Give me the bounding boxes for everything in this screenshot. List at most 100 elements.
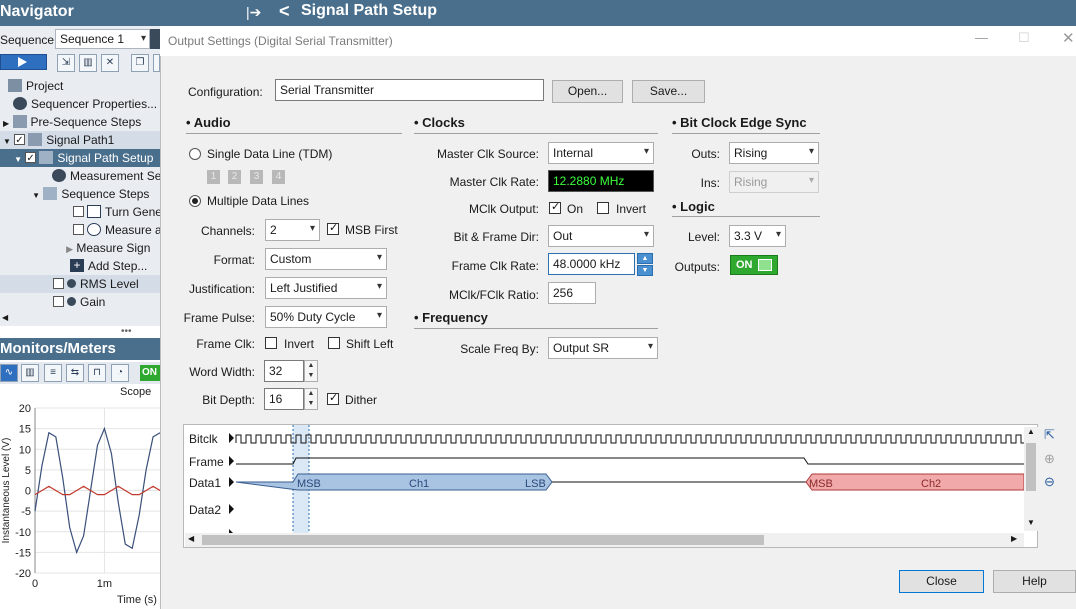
scroll-thumb[interactable] xyxy=(202,535,764,545)
shift-left-checkbox[interactable] xyxy=(328,337,340,349)
mclk-on-checkbox[interactable] xyxy=(549,200,561,214)
single-line-radio[interactable] xyxy=(189,148,201,160)
divider xyxy=(414,133,658,134)
tree-scrollbar[interactable]: ◀ xyxy=(0,313,160,325)
plus-icon: + xyxy=(70,259,84,273)
multiple-lines-radio[interactable] xyxy=(189,195,201,207)
bullet-icon: • xyxy=(672,115,681,130)
tree-item-measure-a[interactable]: Measure a xyxy=(0,221,160,239)
master-clk-rate-label: Master Clk Rate: xyxy=(449,175,539,189)
help-button[interactable]: Help xyxy=(993,570,1076,593)
add-step-button[interactable]: + Add Step... xyxy=(0,257,160,275)
timing-vscrollbar[interactable]: ▲ ▼ xyxy=(1024,427,1038,531)
tree-item-measure-signal[interactable]: ▶ Measure Sign xyxy=(0,239,160,257)
configuration-field[interactable]: Serial Transmitter xyxy=(275,79,544,101)
tree-item-signal-path-setup[interactable]: ▼ Signal Path Setup xyxy=(0,149,160,167)
tree-item-gain[interactable]: Gain xyxy=(0,293,160,311)
word-width-field[interactable]: 32 xyxy=(264,360,304,382)
checkbox[interactable] xyxy=(14,132,26,149)
pin-icon[interactable]: |➔ xyxy=(246,4,261,21)
dither-checkbox[interactable] xyxy=(327,391,339,405)
down-icon[interactable]: ▼ xyxy=(305,399,317,409)
collapse-icon[interactable]: ▼ xyxy=(3,137,11,146)
scroll-up-icon[interactable]: ▲ xyxy=(1027,427,1035,436)
close-button[interactable]: Close xyxy=(899,570,984,593)
scroll-left-icon[interactable]: ◀ xyxy=(2,313,8,322)
scroll-right-icon[interactable]: ▶ xyxy=(1011,534,1017,543)
timing-hscrollbar[interactable]: ◀ ▶ xyxy=(185,533,1024,547)
checkbox[interactable] xyxy=(25,150,37,167)
back-chevron-icon[interactable]: < xyxy=(279,1,290,22)
tree-item-sequence-steps[interactable]: ▼ Sequence Steps xyxy=(0,185,160,203)
save-button[interactable]: Save... xyxy=(632,80,705,103)
x-tick-label: 1m xyxy=(97,578,112,590)
fft-icon[interactable]: ▥ xyxy=(21,364,39,382)
mclk-invert-label: Invert xyxy=(616,202,647,216)
more-icon[interactable] xyxy=(153,54,160,72)
monitor-on-toggle[interactable]: ON xyxy=(140,365,160,381)
checkbox[interactable] xyxy=(53,278,64,290)
scope-icon[interactable]: ∿ xyxy=(0,364,18,382)
tree-item-measurement-settings[interactable]: Measurement Se xyxy=(0,167,160,185)
up-icon[interactable]: ▲ xyxy=(305,389,317,399)
sequence-select[interactable]: Sequence 1 ▾ xyxy=(55,29,150,49)
bit-frame-dir-select[interactable]: Out ▾ xyxy=(548,225,654,247)
down-icon[interactable]: ▼ xyxy=(637,265,653,276)
delete-icon[interactable]: ✕ xyxy=(101,54,119,72)
open-button[interactable]: Open... xyxy=(552,80,623,103)
bit-depth-spinner[interactable]: ▲ ▼ xyxy=(304,388,318,410)
bit-depth-field[interactable]: 16 xyxy=(264,388,304,410)
mclk-invert-checkbox[interactable] xyxy=(597,202,609,214)
checkbox[interactable] xyxy=(53,296,64,308)
scroll-thumb[interactable] xyxy=(1026,443,1036,491)
checkbox[interactable] xyxy=(73,224,84,236)
outputs-label: Outputs: xyxy=(674,260,720,274)
format-select[interactable]: Custom ▾ xyxy=(265,248,387,270)
tree-item-pre-sequence[interactable]: ▶ Pre-Sequence Steps xyxy=(0,113,160,131)
checkbox[interactable] xyxy=(73,206,84,218)
word-width-spinner[interactable]: ▲ ▼ xyxy=(304,360,318,382)
clock-icon[interactable]: ◔ xyxy=(111,364,129,382)
level-select[interactable]: 3.3 V ▾ xyxy=(729,225,786,247)
channels-select[interactable]: 2 ▾ xyxy=(265,219,320,241)
outs-select[interactable]: Rising ▾ xyxy=(729,142,819,164)
clock-icon xyxy=(87,223,101,237)
list-icon[interactable]: ≡ xyxy=(44,364,62,382)
collapse-icon[interactable]: ▼ xyxy=(0,151,22,167)
close-icon[interactable]: ✕ xyxy=(1062,29,1075,47)
frame-pulse-select[interactable]: 50% Duty Cycle ▾ xyxy=(265,306,387,328)
msb-first-checkbox[interactable] xyxy=(327,221,339,235)
copy-icon[interactable]: ❐ xyxy=(131,54,149,72)
chevron-down-icon: ▾ xyxy=(376,281,382,292)
scroll-left-icon[interactable]: ◀ xyxy=(188,534,194,543)
pulse-icon[interactable]: ⊓ xyxy=(88,364,106,382)
add-step-icon[interactable]: ⇲ xyxy=(57,54,75,72)
up-icon[interactable]: ▲ xyxy=(637,253,653,264)
scroll-down-icon[interactable]: ▼ xyxy=(1027,518,1035,527)
frame-clk-rate-spinner[interactable]: ▲ ▼ xyxy=(637,253,653,276)
frequency-section-title: • Frequency xyxy=(414,310,488,325)
tree-item-turn-generator[interactable]: Turn Gene xyxy=(0,203,160,221)
down-icon[interactable]: ▼ xyxy=(305,371,317,381)
collapse-icon[interactable]: ▼ xyxy=(0,187,40,203)
expand-icon[interactable]: ⇱ xyxy=(1044,427,1055,443)
splitter-grip-icon[interactable]: ••• xyxy=(121,326,132,337)
monitors-title: Monitors/Meters xyxy=(0,340,116,357)
audio-title: Audio xyxy=(193,115,231,130)
justification-select[interactable]: Left Justified ▾ xyxy=(265,277,387,299)
frame-clk-rate-field[interactable]: 48.0000 kHz xyxy=(548,253,635,275)
swap-icon[interactable]: ⇆ xyxy=(66,364,84,382)
minimize-icon[interactable]: — xyxy=(975,30,988,45)
up-icon[interactable]: ▲ xyxy=(305,361,317,371)
tree-item-rms-level[interactable]: RMS Level xyxy=(0,275,160,293)
frame-invert-checkbox[interactable] xyxy=(265,337,277,349)
expand-icon[interactable]: ▶ xyxy=(3,119,9,128)
scale-freq-select[interactable]: Output SR ▾ xyxy=(548,337,658,359)
mclk-fclk-ratio-field[interactable]: 256 xyxy=(548,282,596,304)
master-clk-source-select[interactable]: Internal ▾ xyxy=(548,142,654,164)
add-measurement-icon[interactable]: ▥ xyxy=(79,54,97,72)
tree-item-sequencer-properties[interactable]: Sequencer Properties... xyxy=(0,95,160,113)
zoom-out-icon[interactable]: ⊖ xyxy=(1044,474,1055,490)
tree-item-project[interactable]: Project xyxy=(0,77,160,95)
tree-item-signal-path1[interactable]: ▼ Signal Path1 xyxy=(0,131,160,149)
